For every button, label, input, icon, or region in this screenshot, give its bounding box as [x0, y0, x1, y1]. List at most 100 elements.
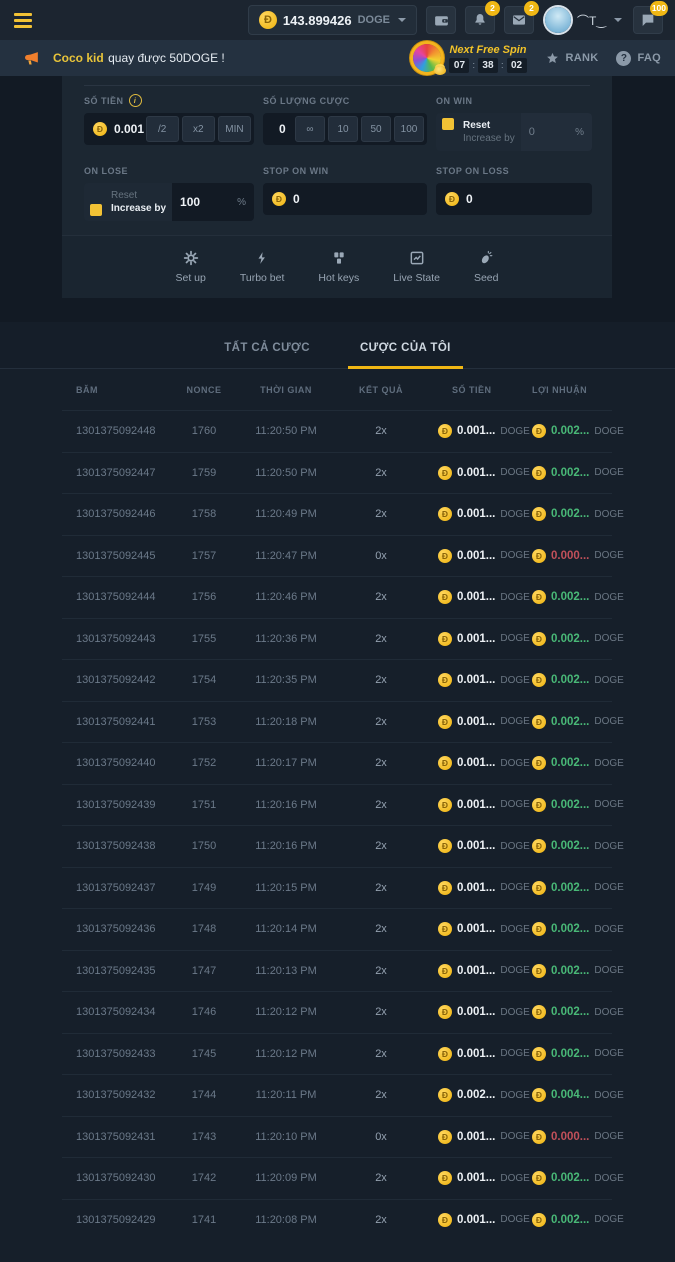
doge-coin-icon: Đ	[438, 922, 452, 936]
bet-amount: Đ 0.002... DOGE	[426, 1088, 520, 1102]
messages-button[interactable]: 2	[504, 6, 534, 34]
panel-divider	[84, 85, 590, 86]
on-lose-percent-input[interactable]: 100 %	[172, 183, 254, 221]
stop-on-win-input[interactable]: Đ 0	[263, 183, 427, 215]
bet-profit-value: 0.002...	[551, 882, 589, 894]
faq-link[interactable]: ? FAQ	[616, 51, 661, 66]
doge-coin-icon: Đ	[532, 1130, 546, 1144]
on-lose-increase-label[interactable]: Increase by	[111, 203, 166, 214]
on-win-reset-label[interactable]: Reset	[463, 120, 515, 131]
table-row[interactable]: 1301375092432 1744 11:20:11 PM 2x Đ 0.00…	[62, 1074, 612, 1116]
messages-badge: 2	[524, 1, 539, 16]
bet-profit: Đ 0.002... DOGE	[520, 1213, 612, 1227]
balance-selector[interactable]: Đ 143.899426 DOGE	[248, 5, 417, 35]
live-state-button[interactable]: Live State	[393, 250, 440, 284]
bet-hash: 1301375092439	[76, 799, 172, 811]
tab-my-bets[interactable]: CƯỢC CỦA TÔI	[348, 342, 463, 368]
wallet-button[interactable]	[426, 6, 456, 34]
bets-100-button[interactable]: 100	[394, 116, 424, 142]
doge-coin-icon: Đ	[438, 632, 452, 646]
tab-all-bets[interactable]: TẤT CẢ CƯỢC	[212, 342, 322, 368]
table-row[interactable]: 1301375092438 1750 11:20:16 PM 2x Đ 0.00…	[62, 825, 612, 867]
mail-icon	[511, 12, 527, 28]
bet-profit-value: 0.002...	[551, 923, 589, 935]
bet-amount-value: 0.001...	[457, 1172, 495, 1184]
bet-profit-value: 0.002...	[551, 1214, 589, 1226]
table-row[interactable]: 1301375092434 1746 11:20:12 PM 2x Đ 0.00…	[62, 991, 612, 1033]
bet-nonce: 1754	[172, 674, 236, 686]
on-lose-increase-checkbox[interactable]	[90, 204, 102, 216]
stop-on-loss-label: STOP ON LOSS	[436, 165, 592, 176]
bets-count-label: SỐ LƯỢNG CƯỢC	[263, 95, 427, 106]
balance-value: 143.899426	[283, 13, 352, 28]
lightning-icon	[255, 250, 269, 266]
min-bet-button[interactable]: MIN	[218, 116, 251, 142]
bet-amount-input[interactable]: Đ 0.001 /2 x2 MIN	[84, 113, 254, 145]
bet-nonce: 1751	[172, 799, 236, 811]
bet-result: 2x	[336, 633, 426, 645]
doge-coin-icon: Đ	[532, 881, 546, 895]
table-row[interactable]: 1301375092446 1758 11:20:49 PM 2x Đ 0.00…	[62, 493, 612, 535]
bet-profit: Đ 0.000... DOGE	[520, 549, 612, 563]
header-result: KẾT QUẢ	[336, 385, 426, 395]
bet-result: 2x	[336, 1089, 426, 1101]
doge-coin-icon: Đ	[438, 549, 452, 563]
hot-keys-button[interactable]: Hot keys	[318, 250, 359, 284]
turbo-bet-button[interactable]: Turbo bet	[240, 250, 285, 284]
table-row[interactable]: 1301375092443 1755 11:20:36 PM 2x Đ 0.00…	[62, 618, 612, 660]
bets-50-button[interactable]: 50	[361, 116, 391, 142]
double-bet-button[interactable]: x2	[182, 116, 215, 142]
bet-profit: Đ 0.002... DOGE	[520, 798, 612, 812]
table-row[interactable]: 1301375092430 1742 11:20:09 PM 2x Đ 0.00…	[62, 1157, 612, 1199]
on-win-reset-checkbox[interactable]	[442, 118, 454, 130]
setup-button[interactable]: Set up	[175, 250, 205, 284]
table-row[interactable]: 1301375092433 1745 11:20:12 PM 2x Đ 0.00…	[62, 1033, 612, 1075]
bet-hash: 1301375092432	[76, 1089, 172, 1101]
half-bet-button[interactable]: /2	[146, 116, 179, 142]
bet-profit-currency: DOGE	[594, 882, 623, 893]
chevron-down-icon	[614, 18, 622, 22]
bet-hash: 1301375092435	[76, 965, 172, 977]
table-row[interactable]: 1301375092444 1756 11:20:46 PM 2x Đ 0.00…	[62, 576, 612, 618]
table-row[interactable]: 1301375092440 1752 11:20:17 PM 2x Đ 0.00…	[62, 742, 612, 784]
table-row[interactable]: 1301375092436 1748 11:20:14 PM 2x Đ 0.00…	[62, 908, 612, 950]
bet-profit-value: 0.002...	[551, 1172, 589, 1184]
bet-time: 11:20:35 PM	[236, 674, 336, 686]
on-lose-reset-label[interactable]: Reset	[111, 190, 166, 201]
free-spin-widget[interactable]: Next Free Spin 07 : 38 : 02	[413, 44, 526, 73]
bet-time: 11:20:50 PM	[236, 467, 336, 479]
table-row[interactable]: 1301375092447 1759 11:20:50 PM 2x Đ 0.00…	[62, 452, 612, 494]
bet-profit-value: 0.002...	[551, 1006, 589, 1018]
seed-button[interactable]: Seed	[474, 250, 499, 284]
table-row[interactable]: 1301375092442 1754 11:20:35 PM 2x Đ 0.00…	[62, 659, 612, 701]
table-row[interactable]: 1301375092429 1741 11:20:08 PM 2x Đ 0.00…	[62, 1199, 612, 1241]
bet-result: 2x	[336, 425, 426, 437]
table-row[interactable]: 1301375092437 1749 11:20:15 PM 2x Đ 0.00…	[62, 867, 612, 909]
info-icon[interactable]: i	[129, 94, 142, 107]
on-win-percent-input[interactable]: 0 %	[521, 113, 592, 151]
on-win-increase-label[interactable]: Increase by	[463, 133, 515, 144]
stop-on-loss-input[interactable]: Đ 0	[436, 183, 592, 215]
table-row[interactable]: 1301375092448 1760 11:20:50 PM 2x Đ 0.00…	[62, 410, 612, 452]
infinite-bets-button[interactable]: ∞	[295, 116, 325, 142]
on-lose-label: ON LOSE	[84, 165, 254, 176]
notifications-button[interactable]: 2	[465, 6, 495, 34]
on-win-control: Reset Increase by 0 %	[436, 113, 592, 151]
bets-10-button[interactable]: 10	[328, 116, 358, 142]
bet-nonce: 1747	[172, 965, 236, 977]
bet-amount-value: 0.001...	[457, 1048, 495, 1060]
bets-count-input[interactable]: 0 ∞ 10 50 100	[263, 113, 427, 145]
chat-button[interactable]: 100	[633, 6, 663, 34]
table-row[interactable]: 1301375092431 1743 11:20:10 PM 0x Đ 0.00…	[62, 1116, 612, 1158]
table-row[interactable]: 1301375092439 1751 11:20:16 PM 2x Đ 0.00…	[62, 784, 612, 826]
menu-button[interactable]	[14, 13, 32, 28]
doge-coin-icon: Đ	[259, 11, 277, 29]
table-row[interactable]: 1301375092435 1747 11:20:13 PM 2x Đ 0.00…	[62, 950, 612, 992]
table-row[interactable]: 1301375092441 1753 11:20:18 PM 2x Đ 0.00…	[62, 701, 612, 743]
bet-result: 2x	[336, 716, 426, 728]
bet-profit: Đ 0.002... DOGE	[520, 1171, 612, 1185]
table-row[interactable]: 1301375092445 1757 11:20:47 PM 0x Đ 0.00…	[62, 535, 612, 577]
amount-label: SỐ TIỀN	[84, 96, 124, 106]
rank-link[interactable]: RANK	[545, 51, 599, 66]
user-menu[interactable]: ⌒T‿	[545, 7, 622, 33]
